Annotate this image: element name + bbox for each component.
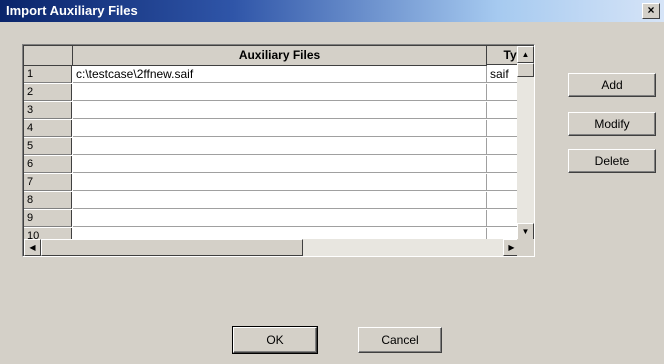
vertical-scroll-thumb[interactable]	[517, 63, 534, 77]
table-row[interactable]: 6	[24, 156, 534, 174]
row-number[interactable]: 5	[24, 138, 72, 155]
column-header-aux-files[interactable]: Auxiliary Files	[73, 46, 487, 66]
horizontal-scrollbar[interactable]: ◀ ▶	[24, 239, 520, 256]
row-number[interactable]: 4	[24, 120, 72, 137]
table-row[interactable]: 4	[24, 120, 534, 138]
cell-aux-file[interactable]	[73, 102, 487, 119]
cell-aux-file[interactable]	[73, 120, 487, 137]
table-row[interactable]: 7	[24, 174, 534, 192]
title-bar: Import Auxiliary Files ×	[0, 0, 664, 22]
cell-aux-file[interactable]	[73, 138, 487, 155]
cell-aux-file[interactable]	[73, 174, 487, 191]
add-button[interactable]: Add	[568, 73, 656, 97]
cell-aux-file[interactable]: c:\testcase\2ffnew.saif	[73, 66, 487, 83]
modify-button[interactable]: Modify	[568, 112, 656, 136]
scrollbar-corner	[517, 239, 534, 256]
table-row[interactable]: 5	[24, 138, 534, 156]
scroll-down-icon[interactable]: ▼	[517, 223, 534, 240]
row-number[interactable]: 7	[24, 174, 72, 191]
table-row[interactable]: 1 c:\testcase\2ffnew.saif saif	[24, 66, 534, 84]
scroll-up-icon[interactable]: ▲	[517, 46, 534, 63]
ok-button[interactable]: OK	[232, 326, 318, 354]
row-number[interactable]: 2	[24, 84, 72, 101]
table-row[interactable]: 9	[24, 210, 534, 228]
cell-aux-file[interactable]	[73, 156, 487, 173]
aux-files-grid: Auxiliary Files Typ 1 c:\testcase\2ffnew.…	[22, 44, 535, 257]
grid-header: Auxiliary Files Typ	[24, 46, 534, 66]
grid-corner[interactable]	[24, 46, 73, 66]
window-title: Import Auxiliary Files	[6, 3, 138, 18]
row-number[interactable]: 1	[24, 66, 72, 83]
vertical-scrollbar[interactable]: ▲ ▼	[517, 46, 534, 240]
scroll-left-icon[interactable]: ◀	[24, 239, 41, 256]
grid-body: Auxiliary Files Typ 1 c:\testcase\2ffnew.…	[23, 45, 534, 256]
table-row[interactable]: 2	[24, 84, 534, 102]
cell-aux-file[interactable]	[73, 84, 487, 101]
cell-aux-file[interactable]	[73, 210, 487, 227]
row-number[interactable]: 6	[24, 156, 72, 173]
delete-button[interactable]: Delete	[568, 149, 656, 173]
horizontal-scroll-thumb[interactable]	[41, 239, 303, 256]
row-number[interactable]: 3	[24, 102, 72, 119]
table-row[interactable]: 8	[24, 192, 534, 210]
cell-aux-file[interactable]	[73, 192, 487, 209]
table-row[interactable]: 3	[24, 102, 534, 120]
close-icon[interactable]: ×	[642, 3, 660, 19]
cancel-button[interactable]: Cancel	[358, 327, 442, 353]
row-number[interactable]: 8	[24, 192, 72, 209]
row-number[interactable]: 9	[24, 210, 72, 227]
